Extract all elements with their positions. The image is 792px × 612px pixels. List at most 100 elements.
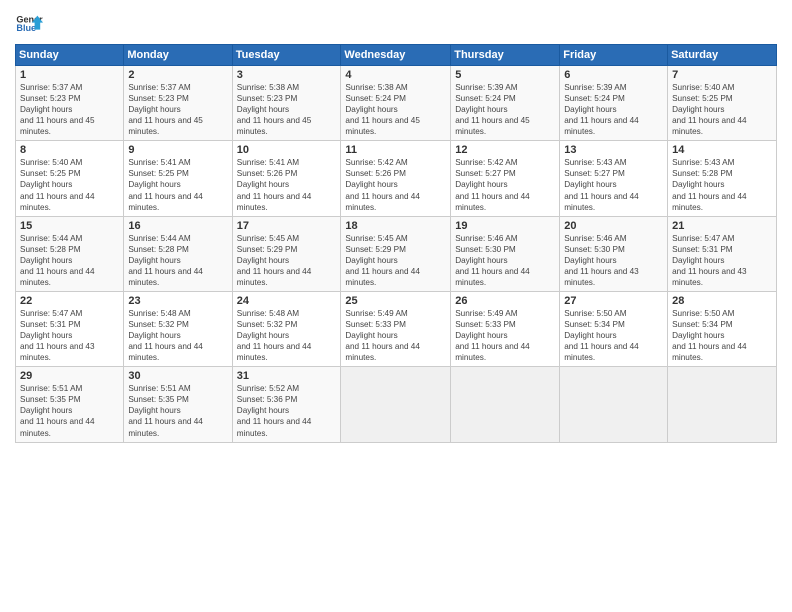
col-header-monday: Monday [124,45,232,66]
day-number: 12 [455,144,555,156]
day-number: 20 [564,220,663,232]
day-cell-16: 16 Sunrise: 5:44 AM Sunset: 5:28 PM Dayl… [124,216,232,291]
day-cell-27: 27 Sunrise: 5:50 AM Sunset: 5:34 PM Dayl… [560,291,668,366]
day-number: 21 [672,220,772,232]
day-info: Sunrise: 5:38 AM Sunset: 5:23 PM Dayligh… [237,82,337,137]
day-cell-13: 13 Sunrise: 5:43 AM Sunset: 5:27 PM Dayl… [560,141,668,216]
day-cell-6: 6 Sunrise: 5:39 AM Sunset: 5:24 PM Dayli… [560,66,668,141]
day-info: Sunrise: 5:47 AM Sunset: 5:31 PM Dayligh… [672,233,772,288]
day-cell-20: 20 Sunrise: 5:46 AM Sunset: 5:30 PM Dayl… [560,216,668,291]
col-header-sunday: Sunday [16,45,124,66]
day-info: Sunrise: 5:45 AM Sunset: 5:29 PM Dayligh… [345,233,446,288]
day-cell-9: 9 Sunrise: 5:41 AM Sunset: 5:25 PM Dayli… [124,141,232,216]
day-info: Sunrise: 5:43 AM Sunset: 5:27 PM Dayligh… [564,157,663,212]
day-info: Sunrise: 5:40 AM Sunset: 5:25 PM Dayligh… [672,82,772,137]
day-info: Sunrise: 5:50 AM Sunset: 5:34 PM Dayligh… [564,308,663,363]
logo: General Blue [15,10,47,38]
day-cell-26: 26 Sunrise: 5:49 AM Sunset: 5:33 PM Dayl… [451,291,560,366]
day-number: 18 [345,220,446,232]
calendar-week-2: 8 Sunrise: 5:40 AM Sunset: 5:25 PM Dayli… [16,141,777,216]
calendar-week-5: 29 Sunrise: 5:51 AM Sunset: 5:35 PM Dayl… [16,367,777,442]
day-number: 14 [672,144,772,156]
day-info: Sunrise: 5:50 AM Sunset: 5:34 PM Dayligh… [672,308,772,363]
svg-text:Blue: Blue [16,23,36,33]
day-cell-18: 18 Sunrise: 5:45 AM Sunset: 5:29 PM Dayl… [341,216,451,291]
day-cell-25: 25 Sunrise: 5:49 AM Sunset: 5:33 PM Dayl… [341,291,451,366]
day-number: 31 [237,370,337,382]
calendar-week-4: 22 Sunrise: 5:47 AM Sunset: 5:31 PM Dayl… [16,291,777,366]
day-cell-10: 10 Sunrise: 5:41 AM Sunset: 5:26 PM Dayl… [232,141,341,216]
day-info: Sunrise: 5:49 AM Sunset: 5:33 PM Dayligh… [455,308,555,363]
day-number: 29 [20,370,119,382]
day-info: Sunrise: 5:52 AM Sunset: 5:36 PM Dayligh… [237,383,337,438]
day-number: 13 [564,144,663,156]
day-number: 1 [20,69,119,81]
day-info: Sunrise: 5:46 AM Sunset: 5:30 PM Dayligh… [455,233,555,288]
day-number: 8 [20,144,119,156]
day-number: 16 [128,220,227,232]
day-info: Sunrise: 5:47 AM Sunset: 5:31 PM Dayligh… [20,308,119,363]
day-cell-24: 24 Sunrise: 5:48 AM Sunset: 5:32 PM Dayl… [232,291,341,366]
calendar-table: SundayMondayTuesdayWednesdayThursdayFrid… [15,44,777,443]
day-number: 26 [455,295,555,307]
day-cell-31: 31 Sunrise: 5:52 AM Sunset: 5:36 PM Dayl… [232,367,341,442]
day-number: 24 [237,295,337,307]
day-info: Sunrise: 5:51 AM Sunset: 5:35 PM Dayligh… [20,383,119,438]
day-number: 28 [672,295,772,307]
day-number: 2 [128,69,227,81]
col-header-wednesday: Wednesday [341,45,451,66]
day-number: 4 [345,69,446,81]
day-cell-30: 30 Sunrise: 5:51 AM Sunset: 5:35 PM Dayl… [124,367,232,442]
day-info: Sunrise: 5:49 AM Sunset: 5:33 PM Dayligh… [345,308,446,363]
day-info: Sunrise: 5:39 AM Sunset: 5:24 PM Dayligh… [564,82,663,137]
day-info: Sunrise: 5:44 AM Sunset: 5:28 PM Dayligh… [128,233,227,288]
day-number: 17 [237,220,337,232]
day-number: 10 [237,144,337,156]
day-cell-1: 1 Sunrise: 5:37 AM Sunset: 5:23 PM Dayli… [16,66,124,141]
day-number: 15 [20,220,119,232]
day-number: 6 [564,69,663,81]
day-cell-12: 12 Sunrise: 5:42 AM Sunset: 5:27 PM Dayl… [451,141,560,216]
empty-cell [341,367,451,442]
header: General Blue [15,10,777,38]
day-info: Sunrise: 5:40 AM Sunset: 5:25 PM Dayligh… [20,157,119,212]
day-info: Sunrise: 5:46 AM Sunset: 5:30 PM Dayligh… [564,233,663,288]
day-info: Sunrise: 5:37 AM Sunset: 5:23 PM Dayligh… [20,82,119,137]
day-info: Sunrise: 5:44 AM Sunset: 5:28 PM Dayligh… [20,233,119,288]
day-cell-14: 14 Sunrise: 5:43 AM Sunset: 5:28 PM Dayl… [668,141,777,216]
calendar-header-row: SundayMondayTuesdayWednesdayThursdayFrid… [16,45,777,66]
day-number: 22 [20,295,119,307]
day-info: Sunrise: 5:51 AM Sunset: 5:35 PM Dayligh… [128,383,227,438]
day-number: 23 [128,295,227,307]
day-info: Sunrise: 5:48 AM Sunset: 5:32 PM Dayligh… [128,308,227,363]
day-info: Sunrise: 5:42 AM Sunset: 5:27 PM Dayligh… [455,157,555,212]
day-cell-5: 5 Sunrise: 5:39 AM Sunset: 5:24 PM Dayli… [451,66,560,141]
day-cell-22: 22 Sunrise: 5:47 AM Sunset: 5:31 PM Dayl… [16,291,124,366]
day-cell-2: 2 Sunrise: 5:37 AM Sunset: 5:23 PM Dayli… [124,66,232,141]
col-header-saturday: Saturday [668,45,777,66]
day-info: Sunrise: 5:38 AM Sunset: 5:24 PM Dayligh… [345,82,446,137]
day-number: 30 [128,370,227,382]
day-number: 19 [455,220,555,232]
day-cell-28: 28 Sunrise: 5:50 AM Sunset: 5:34 PM Dayl… [668,291,777,366]
day-cell-29: 29 Sunrise: 5:51 AM Sunset: 5:35 PM Dayl… [16,367,124,442]
day-number: 25 [345,295,446,307]
col-header-friday: Friday [560,45,668,66]
day-number: 3 [237,69,337,81]
day-cell-8: 8 Sunrise: 5:40 AM Sunset: 5:25 PM Dayli… [16,141,124,216]
day-cell-11: 11 Sunrise: 5:42 AM Sunset: 5:26 PM Dayl… [341,141,451,216]
col-header-thursday: Thursday [451,45,560,66]
calendar-week-3: 15 Sunrise: 5:44 AM Sunset: 5:28 PM Dayl… [16,216,777,291]
day-cell-23: 23 Sunrise: 5:48 AM Sunset: 5:32 PM Dayl… [124,291,232,366]
empty-cell [451,367,560,442]
day-cell-7: 7 Sunrise: 5:40 AM Sunset: 5:25 PM Dayli… [668,66,777,141]
day-number: 5 [455,69,555,81]
day-cell-21: 21 Sunrise: 5:47 AM Sunset: 5:31 PM Dayl… [668,216,777,291]
day-info: Sunrise: 5:41 AM Sunset: 5:25 PM Dayligh… [128,157,227,212]
day-number: 27 [564,295,663,307]
day-number: 7 [672,69,772,81]
day-info: Sunrise: 5:41 AM Sunset: 5:26 PM Dayligh… [237,157,337,212]
logo-icon: General Blue [15,10,43,38]
day-info: Sunrise: 5:39 AM Sunset: 5:24 PM Dayligh… [455,82,555,137]
day-cell-17: 17 Sunrise: 5:45 AM Sunset: 5:29 PM Dayl… [232,216,341,291]
